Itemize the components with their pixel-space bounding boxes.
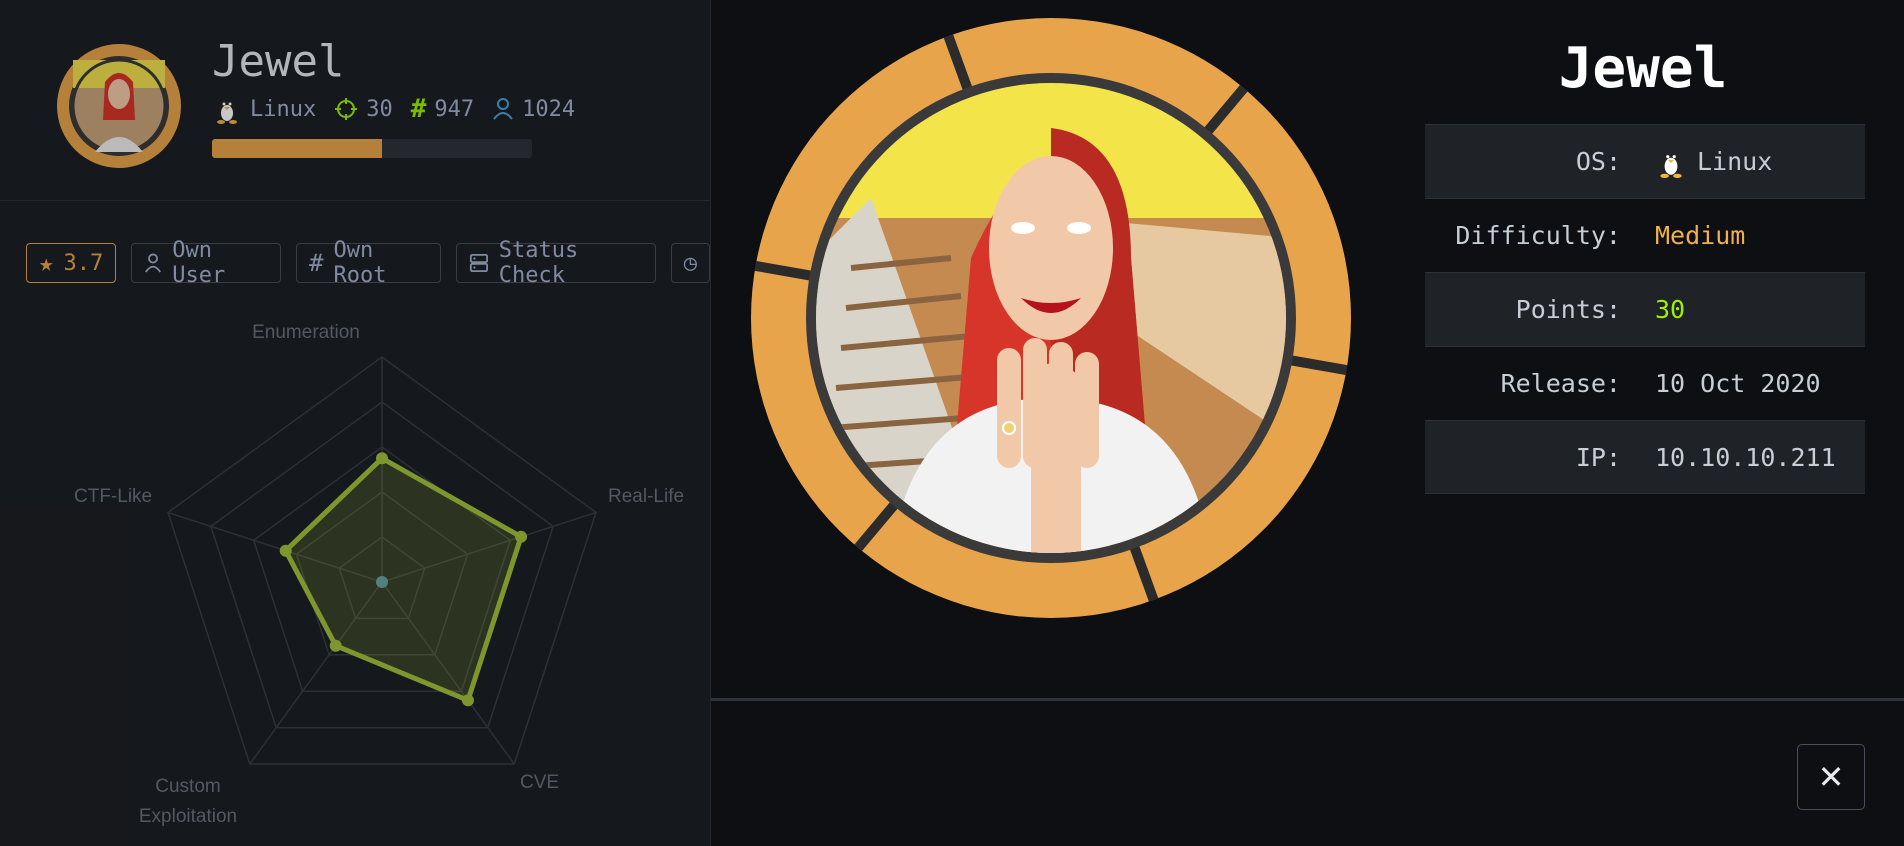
modal-title: Jewel xyxy=(1558,36,1728,101)
close-button[interactable]: ✕ xyxy=(1797,744,1865,810)
info-row-ip: IP: 10.10.10.211 xyxy=(1425,420,1865,494)
difficulty-value: Medium xyxy=(1655,221,1746,250)
info-row-os: OS: Linux xyxy=(1425,124,1865,198)
machine-info-table: OS: Linux Difficulty: Medium Points: 30 … xyxy=(1425,124,1865,494)
points-label: Points: xyxy=(1515,295,1621,324)
ip-value: 10.10.10.211 xyxy=(1655,442,1836,472)
dim-overlay xyxy=(0,0,710,846)
machine-detail-modal: Jewel OS: Linux Difficulty: Medium Point… xyxy=(710,0,1904,846)
os-value-wrap: Linux xyxy=(1655,146,1772,178)
info-row-points: Points: 30 xyxy=(1425,272,1865,346)
release-value: 10 Oct 2020 xyxy=(1655,369,1821,398)
difficulty-label: Difficulty: xyxy=(1455,221,1621,250)
os-value: Linux xyxy=(1697,147,1773,176)
info-row-difficulty: Difficulty: Medium xyxy=(1425,198,1865,272)
ip-label: IP: xyxy=(1575,442,1621,472)
close-icon: ✕ xyxy=(1817,758,1845,796)
info-row-release: Release: 10 Oct 2020 xyxy=(1425,346,1865,420)
points-value: 30 xyxy=(1655,295,1686,324)
linux-penguin-icon xyxy=(1660,151,1682,178)
modal-divider xyxy=(711,698,1904,701)
machine-profile-panel: Jewel Linux 30 # 947 1024 ★ 3.7 Own User… xyxy=(0,0,710,846)
release-label: Release: xyxy=(1500,369,1621,398)
os-label: OS: xyxy=(1575,147,1621,176)
machine-large-avatar xyxy=(751,18,1351,618)
